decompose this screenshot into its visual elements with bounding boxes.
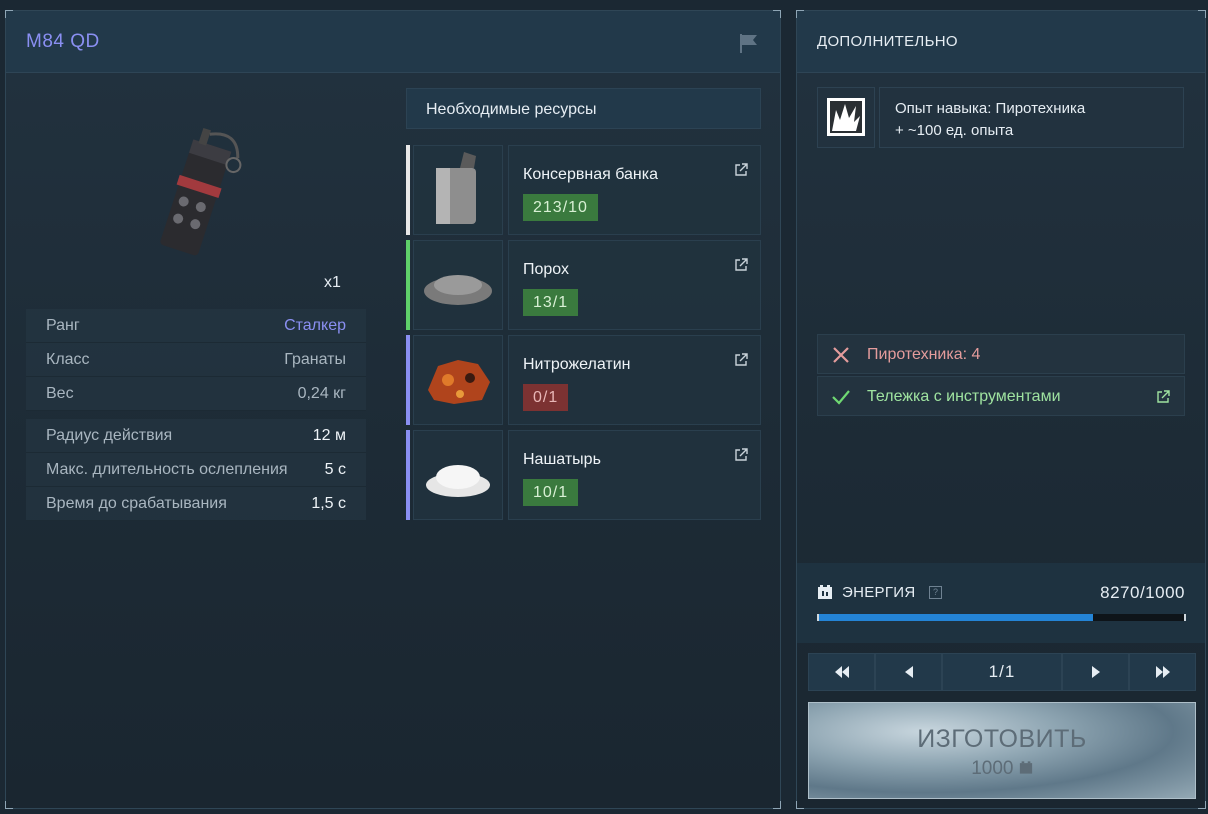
battery-icon [818, 585, 832, 599]
double-left-icon [834, 666, 849, 678]
stat-label: Время до срабатывания [46, 494, 227, 512]
first-page-button[interactable] [808, 653, 875, 691]
resource-color-bar [406, 145, 410, 235]
stat-value: 1,5 с [311, 494, 346, 512]
energy-bar [817, 614, 1186, 621]
stats-secondary: Радиус действия 12 м Макс. длительность … [26, 419, 366, 521]
energy-label: ЭНЕРГИЯ [842, 584, 916, 601]
requirement-label: Пиротехника: 4 [867, 346, 981, 363]
stat-row-class: Класс Гранаты [26, 343, 366, 377]
extra-header: ДОПОЛНИТЕЛЬНО [797, 11, 1205, 73]
resource-image-box [413, 240, 503, 330]
tin-can-image [436, 152, 476, 224]
external-link-icon[interactable] [1156, 390, 1170, 404]
stat-label: Ранг [46, 316, 80, 334]
resource-row[interactable]: Порох 13/1 [406, 240, 761, 330]
resource-count: 13/1 [523, 289, 579, 316]
stat-value: 12 м [312, 426, 346, 444]
extra-panel: ДОПОЛНИТЕЛЬНО Опыт навыка: Пиротехника +… [796, 10, 1206, 809]
stat-label: Макс. длительность ослепления [46, 460, 288, 478]
skill-icon-box [817, 87, 875, 148]
pyrotechnics-icon [827, 98, 865, 136]
resource-info: Нашатырь 10/1 [508, 430, 761, 520]
energy-bar-fill [819, 614, 1093, 621]
page-indicator: 1/1 [942, 653, 1062, 691]
craft-label: ИЗГОТОВИТЬ [917, 725, 1087, 753]
stat-row-fuse-time: Время до срабатывания 1,5 с [26, 487, 366, 521]
stat-value: Гранаты [284, 350, 346, 368]
cross-icon [833, 347, 849, 363]
resource-row[interactable]: Нитрожелатин 0/1 [406, 335, 761, 425]
next-page-button[interactable] [1062, 653, 1129, 691]
resource-image-box [413, 145, 503, 235]
resource-image-box [413, 335, 503, 425]
crafting-panel: M84 QD x1 Ранг Сталкер Класс Гранаты Вес… [5, 10, 781, 809]
stat-label: Класс [46, 350, 90, 368]
grenade-image [160, 127, 242, 256]
resource-image-box [413, 430, 503, 520]
check-icon [832, 390, 850, 405]
skill-xp: + ~100 ед. опыта [895, 122, 1014, 139]
requirement-label: Тележка с инструментами [867, 388, 1061, 405]
prev-page-button[interactable] [875, 653, 942, 691]
requirement-toolcart[interactable]: Тележка с инструментами [817, 376, 1185, 416]
resource-info: Порох 13/1 [508, 240, 761, 330]
stats-primary: Ранг Сталкер Класс Гранаты Вес 0,24 кг [26, 309, 366, 411]
resource-count: 10/1 [523, 479, 579, 506]
stat-row-radius: Радиус действия 12 м [26, 419, 366, 453]
item-title: M84 QD [26, 31, 100, 52]
resource-info: Консервная банка 213/10 [508, 145, 761, 235]
stat-row-weight: Вес 0,24 кг [26, 377, 366, 411]
stat-row-blind-duration: Макс. длительность ослепления 5 с [26, 453, 366, 487]
chevron-left-icon [904, 666, 913, 678]
stat-label: Вес [46, 384, 74, 402]
resource-info: Нитрожелатин 0/1 [508, 335, 761, 425]
resource-name: Консервная банка [523, 166, 658, 183]
gunpowder-image [424, 275, 492, 305]
skill-text: Опыт навыка: Пиротехника + ~100 ед. опыт… [879, 87, 1184, 148]
ammonia-image [426, 465, 490, 497]
stat-value: 5 с [324, 460, 346, 478]
craft-cost: 1000 [809, 758, 1195, 780]
energy-value: 8270/1000 [1100, 583, 1185, 602]
resource-count: 0/1 [523, 384, 569, 411]
skill-experience: Опыт навыка: Пиротехника + ~100 ед. опыт… [817, 87, 1184, 148]
resource-color-bar [406, 240, 410, 330]
battery-icon [1019, 761, 1032, 774]
flag-icon[interactable] [738, 32, 760, 54]
nitrogelatin-image [428, 360, 490, 404]
resource-color-bar [406, 335, 410, 425]
resource-row[interactable]: Нашатырь 10/1 [406, 430, 761, 520]
pager: 1/1 [808, 653, 1196, 691]
stat-value: Сталкер [284, 316, 346, 334]
item-quantity: x1 [324, 274, 341, 291]
help-icon[interactable]: ? [929, 586, 942, 599]
resource-color-bar [406, 430, 410, 520]
external-link-icon[interactable] [734, 448, 748, 462]
resource-name: Нитрожелатин [523, 356, 631, 373]
energy-section: ЭНЕРГИЯ ? 8270/1000 [797, 563, 1205, 643]
stat-row-rank: Ранг Сталкер [26, 309, 366, 343]
chevron-right-icon [1091, 666, 1100, 678]
stat-value: 0,24 кг [297, 384, 346, 402]
extra-title: ДОПОЛНИТЕЛЬНО [817, 33, 958, 50]
resources-header: Необходимые ресурсы [406, 88, 761, 129]
external-link-icon[interactable] [734, 258, 748, 272]
resource-name: Нашатырь [523, 451, 601, 468]
resource-name: Порох [523, 261, 570, 278]
craft-button[interactable]: ИЗГОТОВИТЬ 1000 [808, 702, 1196, 799]
resource-count: 213/10 [523, 194, 598, 221]
requirement-pyrotechnics: Пиротехника: 4 [817, 334, 1185, 374]
external-link-icon[interactable] [734, 353, 748, 367]
skill-name: Опыт навыка: Пиротехника [895, 100, 1086, 117]
last-page-button[interactable] [1129, 653, 1196, 691]
stat-label: Радиус действия [46, 426, 173, 444]
resource-row[interactable]: Консервная банка 213/10 [406, 145, 761, 235]
double-right-icon [1155, 666, 1170, 678]
craft-cost-value: 1000 [971, 758, 1014, 779]
external-link-icon[interactable] [734, 163, 748, 177]
item-header: M84 QD [6, 11, 780, 73]
